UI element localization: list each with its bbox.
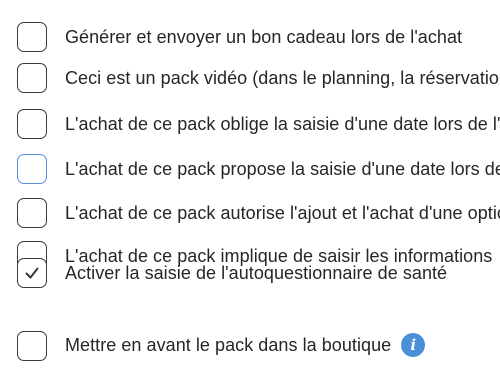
option-row-health-questionnaire-main[interactable]: Activer la saisie de l'autoquestionnaire… xyxy=(0,253,500,293)
info-icon[interactable]: i xyxy=(401,333,426,358)
pack-options-list-lower: Activer la saisie de l'autoquestionnaire… xyxy=(0,0,500,376)
checkbox-health-questionnaire[interactable] xyxy=(17,258,47,288)
option-label-featured: Mettre en avant le pack dans la boutique… xyxy=(65,333,426,358)
option-label-health-questionnaire: Activer la saisie de l'autoquestionnaire… xyxy=(65,263,448,283)
option-label-featured-text: Mettre en avant le pack dans la boutique xyxy=(65,334,392,355)
checkmark-icon xyxy=(25,267,39,279)
checkbox-featured[interactable] xyxy=(17,331,47,361)
option-row-featured[interactable]: Mettre en avant le pack dans la boutique… xyxy=(0,326,500,366)
